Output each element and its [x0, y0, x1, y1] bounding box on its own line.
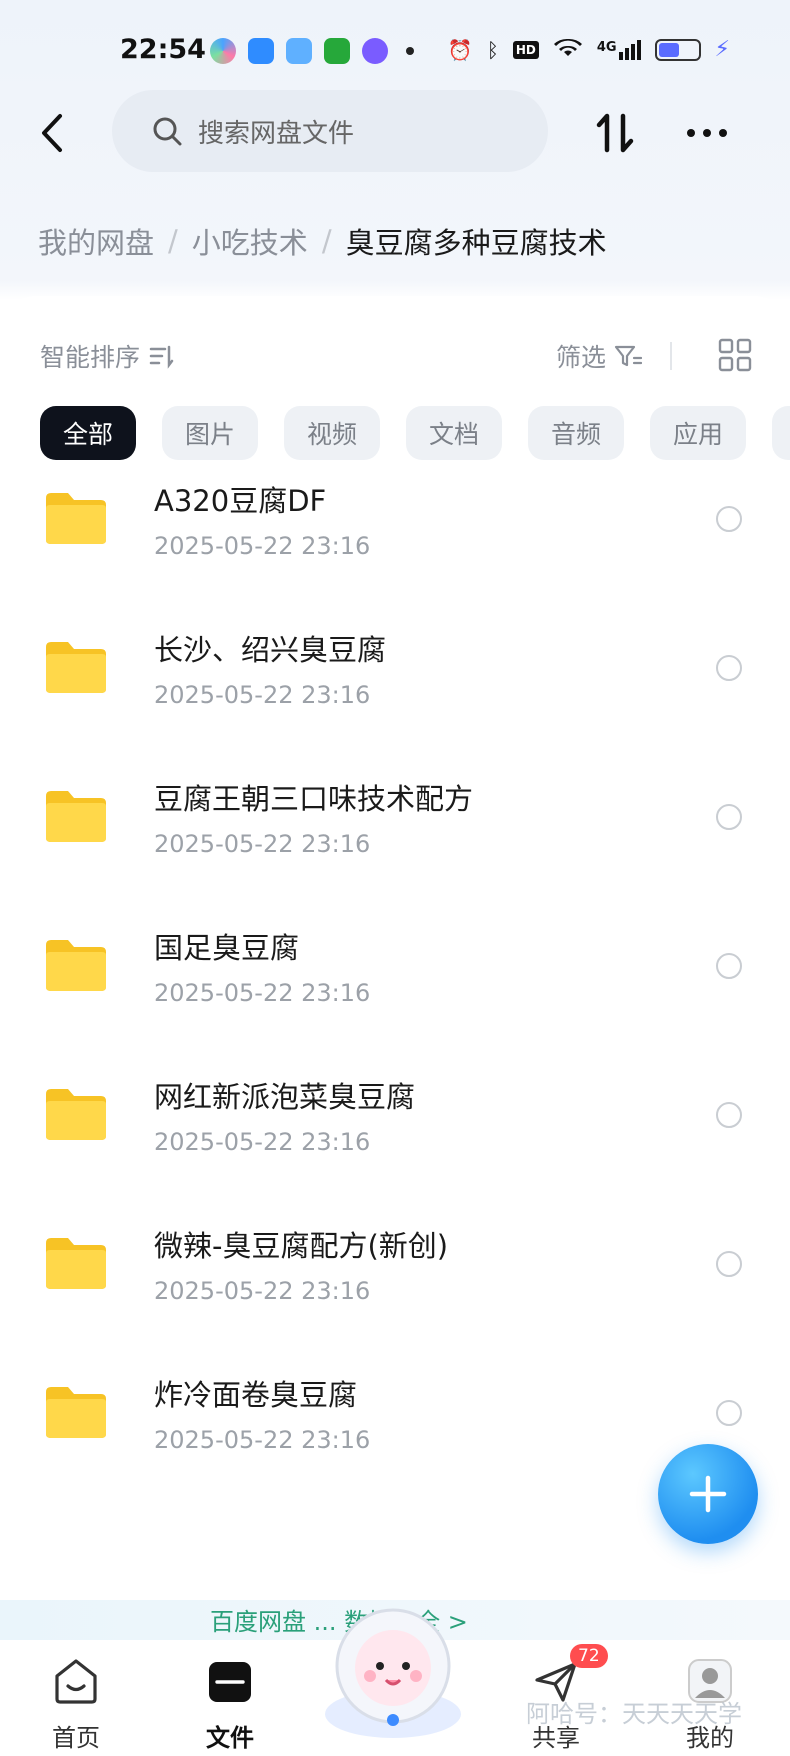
sort-icon — [149, 345, 174, 369]
breadcrumb-separator: / — [168, 224, 178, 258]
file-name: 国足臭豆腐 — [154, 931, 300, 965]
mascot-assistant-icon[interactable] — [318, 1596, 468, 1746]
sort-label: 智能排序 — [40, 343, 141, 372]
search-input[interactable]: 搜索网盘文件 — [112, 90, 548, 172]
folder-icon — [46, 791, 106, 842]
list-item[interactable]: 豆腐王朝三口味技术配方 2025-05-22 23:16 — [0, 748, 790, 897]
folder-icon — [46, 1387, 106, 1438]
charging-icon: ⚡ — [714, 37, 730, 62]
signal-icon: 4G — [596, 39, 641, 60]
folder-icon — [46, 642, 106, 693]
share-count-badge: 72 — [570, 1644, 608, 1668]
nav-home-label: 首页 — [52, 1724, 100, 1752]
network-type: 4G — [596, 39, 617, 55]
filter-label: 筛选 — [555, 343, 606, 372]
file-date: 2025-05-22 23:16 — [154, 830, 371, 858]
status-indicators: ⏰ ᛒ HD 4G ⚡ — [448, 36, 730, 63]
select-checkbox[interactable] — [716, 506, 742, 532]
files-icon — [209, 1662, 251, 1702]
file-list: A320豆腐DF 2025-05-22 23:16 长沙、绍兴臭豆腐 2025-… — [0, 450, 790, 1493]
toolbar-divider — [670, 342, 672, 370]
more-button[interactable] — [682, 108, 732, 158]
file-date: 2025-05-22 23:16 — [154, 1426, 371, 1454]
folder-icon — [46, 940, 106, 991]
select-checkbox[interactable] — [716, 804, 742, 830]
file-date: 2025-05-22 23:16 — [154, 1277, 371, 1305]
nav-files[interactable]: 文件 — [180, 1654, 280, 1753]
search-icon — [153, 117, 182, 146]
nav-home[interactable]: 首页 — [26, 1654, 126, 1753]
up-down-arrows-icon — [596, 113, 634, 153]
chevron-left-icon — [42, 114, 62, 152]
file-name: 炸冷面卷臭豆腐 — [154, 1378, 358, 1412]
grid-view-icon — [718, 338, 752, 372]
folder-icon — [46, 493, 106, 544]
status-time: 22:54 — [120, 34, 206, 65]
watermark: 阿哈号：天天天天学 — [526, 1700, 742, 1728]
select-checkbox[interactable] — [716, 953, 742, 979]
smart-sort-button[interactable]: 智能排序 — [40, 338, 174, 374]
filter-icon — [614, 345, 642, 367]
file-date: 2025-05-22 23:16 — [154, 681, 371, 709]
file-date: 2025-05-22 23:16 — [154, 1128, 371, 1156]
more-dots-icon — [687, 129, 727, 137]
weather-icon — [286, 38, 312, 64]
select-checkbox[interactable] — [716, 1400, 742, 1426]
file-list-panel: 智能排序 筛选 全部 图片 视频 文档 音频 应用 A320豆腐DF 2025-… — [0, 296, 790, 1636]
list-item[interactable]: 长沙、绍兴臭豆腐 2025-05-22 23:16 — [0, 599, 790, 748]
app-icon — [210, 38, 236, 64]
bluetooth-icon: ᛒ — [486, 37, 499, 62]
back-button[interactable] — [30, 108, 80, 158]
app-icon — [324, 38, 350, 64]
file-name: 豆腐王朝三口味技术配方 — [154, 782, 474, 816]
app-icon — [362, 38, 388, 64]
status-app-icons — [210, 38, 414, 64]
plus-icon — [689, 1475, 727, 1513]
file-name: A320豆腐DF — [154, 484, 327, 518]
app-icon — [248, 38, 274, 64]
notification-dot-icon — [406, 47, 414, 55]
breadcrumb-separator: / — [321, 224, 332, 258]
breadcrumb-item-snack-tech[interactable]: 小吃技术 — [192, 220, 308, 262]
battery-icon — [654, 38, 701, 61]
home-icon — [55, 1659, 97, 1704]
list-item[interactable]: 网红新派泡菜臭豆腐 2025-05-22 23:16 — [0, 1046, 790, 1195]
file-name: 微辣-臭豆腐配方(新创) — [154, 1229, 449, 1263]
list-item[interactable]: 国足臭豆腐 2025-05-22 23:16 — [0, 897, 790, 1046]
file-name: 网红新派泡菜臭豆腐 — [154, 1080, 416, 1114]
file-date: 2025-05-22 23:16 — [154, 532, 371, 560]
select-checkbox[interactable] — [716, 1102, 742, 1128]
grid-view-button[interactable] — [718, 338, 752, 372]
list-item[interactable]: A320豆腐DF 2025-05-22 23:16 — [0, 450, 790, 599]
transfer-button[interactable] — [590, 108, 640, 158]
select-checkbox[interactable] — [716, 1251, 742, 1277]
breadcrumb-item-my-drive[interactable]: 我的网盘 — [38, 220, 154, 262]
file-date: 2025-05-22 23:16 — [154, 979, 371, 1007]
file-name: 长沙、绍兴臭豆腐 — [154, 633, 387, 667]
filter-button[interactable]: 筛选 — [556, 338, 642, 374]
search-placeholder: 搜索网盘文件 — [198, 118, 355, 149]
add-button[interactable] — [658, 1444, 758, 1544]
status-bar: 22:54 ⏰ ᛒ HD 4G ⚡ — [0, 0, 790, 100]
list-item[interactable]: 微辣-臭豆腐配方(新创) 2025-05-22 23:16 — [0, 1195, 790, 1344]
top-bar: 搜索网盘文件 — [0, 90, 790, 180]
list-toolbar: 智能排序 筛选 — [40, 338, 752, 378]
breadcrumb: 我的网盘 / 小吃技术 / 臭豆腐多种豆腐技术 — [38, 220, 607, 262]
alarm-icon: ⏰ — [447, 37, 473, 62]
folder-icon — [46, 1089, 106, 1140]
breadcrumb-item-current: 臭豆腐多种豆腐技术 — [345, 226, 607, 260]
select-checkbox[interactable] — [716, 655, 742, 681]
folder-icon — [46, 1238, 106, 1289]
nav-files-label: 文件 — [206, 1724, 254, 1752]
wifi-icon — [553, 36, 583, 63]
hd-icon: HD — [512, 40, 539, 59]
